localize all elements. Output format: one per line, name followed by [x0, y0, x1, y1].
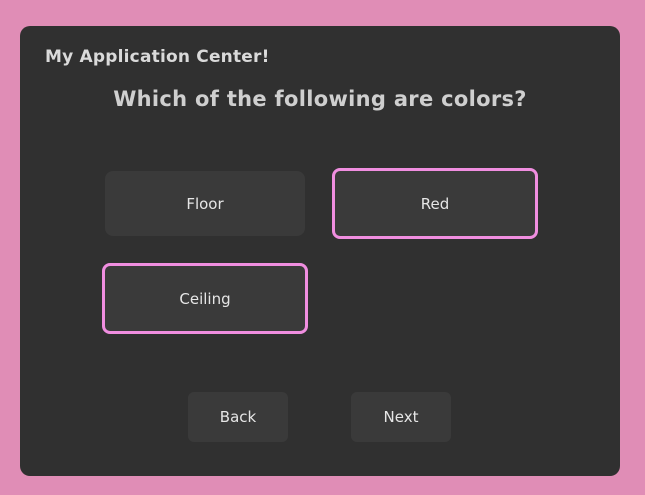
option-label: Red	[420, 194, 450, 213]
option-label: Floor	[186, 194, 224, 213]
option-red-button[interactable]: Red	[332, 168, 538, 239]
option-floor-button[interactable]: Floor	[105, 171, 305, 236]
question-text: Which of the following are colors?	[113, 87, 527, 111]
next-button-label: Next	[383, 408, 419, 426]
application-panel: My Application Center! Which of the foll…	[20, 26, 620, 476]
app-title: My Application Center!	[45, 47, 270, 67]
back-button-label: Back	[219, 408, 257, 426]
option-label: Ceiling	[179, 289, 231, 308]
next-button[interactable]: Next	[351, 392, 451, 442]
back-button[interactable]: Back	[188, 392, 288, 442]
option-ceiling-button[interactable]: Ceiling	[102, 263, 308, 334]
